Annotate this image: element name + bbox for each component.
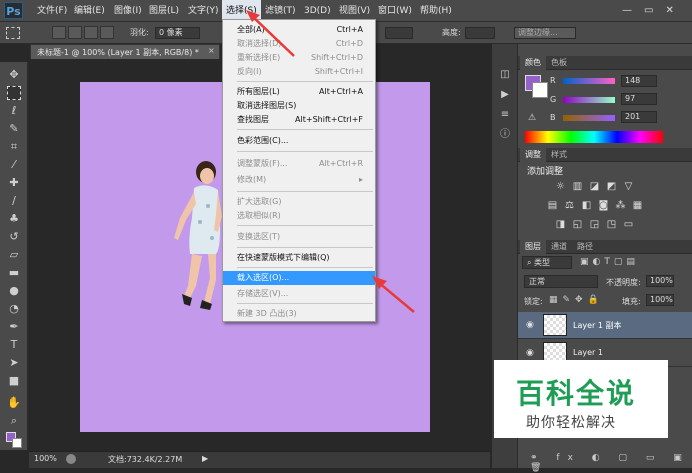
arrow-to-load-selection-icon	[372, 276, 415, 313]
arrow-to-select-menu-icon	[246, 10, 295, 57]
annotation-arrows	[246, 10, 415, 313]
